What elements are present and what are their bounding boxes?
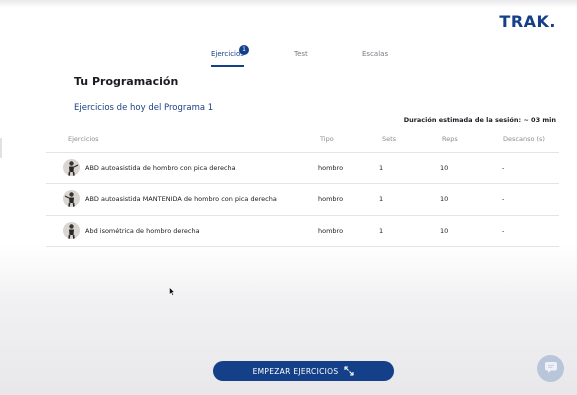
exercise-name: Abd isométrica de hombro derecha bbox=[85, 227, 200, 235]
exercise-name: ABD autoasistida MANTENIDA de hombro con… bbox=[85, 195, 277, 203]
exercise-name: ABD autoasistida de hombro con pica dere… bbox=[85, 164, 236, 172]
expand-icon bbox=[344, 366, 354, 376]
header-divider bbox=[46, 152, 559, 153]
exercise-reps: 10 bbox=[440, 164, 449, 172]
program-title: Ejercicios de hoy del Programa 1 bbox=[74, 103, 214, 113]
row-divider bbox=[46, 215, 559, 216]
column-header-reps: Reps bbox=[442, 135, 458, 143]
start-exercises-button[interactable]: EMPEZAR EJERCICIOS bbox=[213, 361, 394, 381]
exercise-reps: 10 bbox=[440, 227, 449, 235]
exercise-thumbnail bbox=[63, 159, 80, 176]
start-exercises-label: EMPEZAR EJERCICIOS bbox=[252, 366, 339, 376]
exercise-tipo: hombro bbox=[318, 227, 344, 235]
exercise-tipo: hombro bbox=[318, 195, 344, 203]
exercise-thumbnail bbox=[63, 222, 80, 239]
page-title: Tu Programación bbox=[74, 75, 179, 88]
session-duration: Duración estimada de la sesión: ~ 03 min bbox=[403, 116, 556, 124]
exercise-sets: 1 bbox=[379, 195, 384, 203]
exercise-descanso: - bbox=[502, 227, 505, 235]
column-header-tipo: Tipo bbox=[320, 135, 334, 143]
top-shade bbox=[0, 0, 577, 8]
exercise-reps: 10 bbox=[440, 195, 449, 203]
column-header-descanso: Descanso (s) bbox=[503, 135, 545, 143]
tab-test[interactable]: Test bbox=[294, 50, 308, 58]
exercise-descanso: - bbox=[502, 195, 505, 203]
exercise-thumbnail bbox=[63, 190, 80, 207]
trak-logo: TRAK. bbox=[499, 12, 556, 31]
tab-badge: 1 bbox=[239, 45, 249, 55]
active-tab-indicator bbox=[211, 65, 244, 67]
column-header-ejercicios: Ejercicios bbox=[68, 135, 99, 143]
exercise-sets: 1 bbox=[379, 227, 384, 235]
tab-bar: Ejercicios Test Escalas bbox=[0, 50, 577, 70]
exercise-tipo: hombro bbox=[318, 164, 344, 172]
chat-button[interactable] bbox=[537, 355, 564, 382]
row-divider bbox=[46, 183, 559, 184]
left-edge-handle bbox=[0, 138, 2, 158]
mouse-cursor-icon bbox=[169, 281, 176, 300]
chat-icon bbox=[544, 359, 558, 378]
tab-escalas[interactable]: Escalas bbox=[362, 50, 388, 58]
exercise-descanso: - bbox=[502, 164, 505, 172]
exercise-sets: 1 bbox=[379, 164, 384, 172]
column-header-sets: Sets bbox=[382, 135, 397, 143]
row-divider bbox=[46, 246, 559, 247]
